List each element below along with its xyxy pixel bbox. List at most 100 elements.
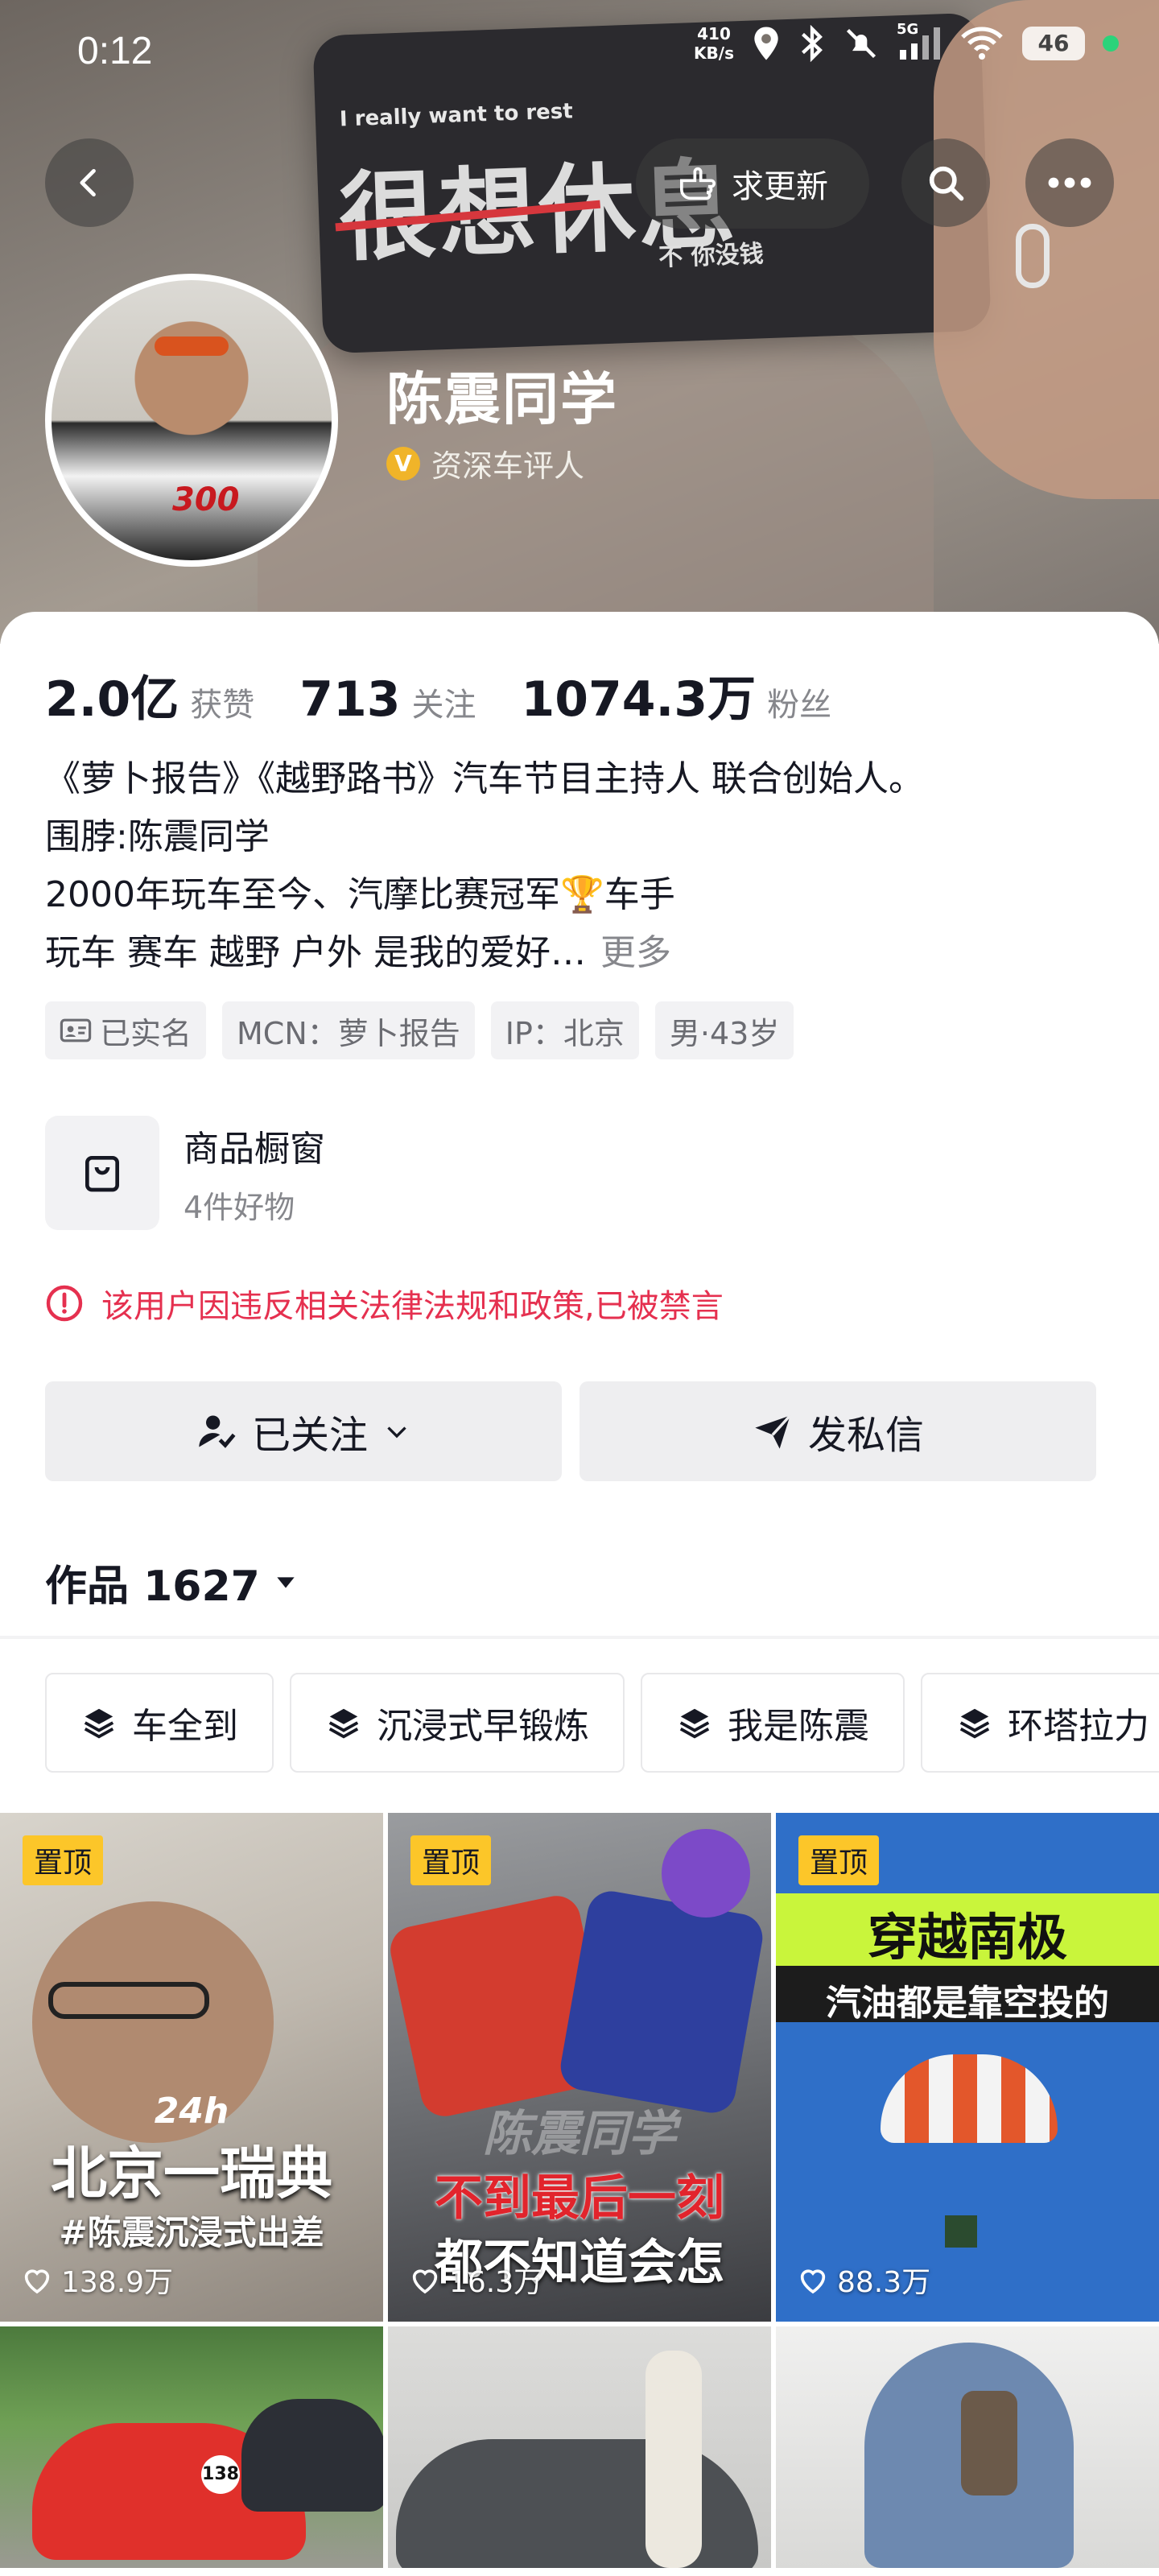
tag-gender-age: 男·43岁 xyxy=(654,1001,794,1059)
more-dots-icon xyxy=(1048,177,1091,188)
following-button[interactable]: 已关注 xyxy=(45,1381,562,1481)
like-count-value: 138.9万 xyxy=(61,2266,174,2299)
cover-sub-text: 不 你没钱 xyxy=(658,240,765,272)
tile-cargo xyxy=(945,2215,977,2248)
like-count: 138.9万 xyxy=(21,2259,173,2301)
search-button[interactable] xyxy=(901,138,990,227)
shop-window-entry[interactable]: 商品橱窗 4件好物 xyxy=(45,1116,325,1230)
stat-followers[interactable]: 1074.3万 粉丝 xyxy=(522,660,832,730)
ban-notice: 该用户因违反相关法律法规和政策,已被禁言 xyxy=(45,1280,724,1327)
stat-likes[interactable]: 2.0亿 获赞 xyxy=(45,660,254,730)
layers-icon xyxy=(959,1708,990,1739)
net-speed-value: 410 xyxy=(697,24,731,43)
mute-icon xyxy=(846,28,876,59)
bio-line: 玩车 赛车 越野 户外 是我的爱好… 更多 xyxy=(45,924,1124,982)
profile-stats: 2.0亿 获赞 713 关注 1074.3万 粉丝 xyxy=(45,660,876,730)
search-icon xyxy=(929,166,964,201)
tag-mcn[interactable]: MCN：萝卜报告 xyxy=(222,1001,475,1059)
battery-indicator: 46 xyxy=(1022,27,1085,60)
user-check-icon xyxy=(199,1415,236,1448)
paper-plane-icon xyxy=(755,1414,791,1449)
like-count-value: 16.3万 xyxy=(449,2266,543,2299)
net-speed-unit: KB/s xyxy=(694,43,734,63)
video-tile[interactable]: 置顶 穿越南极 汽油都是靠空投的 88.3万 xyxy=(776,1813,1159,2322)
verification-label: 资深车评人 xyxy=(431,448,585,484)
tile-helmet xyxy=(662,1829,750,1918)
verified-badge-icon: V xyxy=(386,446,420,481)
stat-followers-value: 1074.3万 xyxy=(521,671,757,728)
collection-chip-label: 沉浸式早锻炼 xyxy=(377,1706,589,1747)
stat-following-label: 关注 xyxy=(411,687,476,724)
collection-chip-label: 车全到 xyxy=(132,1706,238,1747)
profile-tags: 已实名 MCN：萝卜报告 IP：北京 男·43岁 xyxy=(45,1001,794,1059)
profile-bio: 《萝卜报告》《越野路书》汽车节目主持人 联合创始人。 围脖:陈震同学 2000年… xyxy=(45,750,1124,982)
cover-text-sub: 汽油都是靠空投的 xyxy=(826,1983,1109,2024)
video-tile[interactable]: 138 xyxy=(0,2326,383,2568)
shopping-bag-icon xyxy=(45,1116,159,1230)
stat-following[interactable]: 713 关注 xyxy=(299,671,476,728)
heart-icon xyxy=(412,2269,438,2294)
works-tab-label: 作品 1627 xyxy=(45,1563,260,1611)
verification-row[interactable]: V 资深车评人 xyxy=(386,441,584,485)
avatar[interactable]: 300 xyxy=(45,274,338,567)
wifi-icon xyxy=(961,27,1003,60)
cover-text-main: 不到最后一刻 xyxy=(435,2170,724,2227)
cover-text-top: 陈震同学 xyxy=(483,2106,676,2162)
bio-more-link[interactable]: 更多 xyxy=(600,932,671,973)
avatar-suit-number: 300 xyxy=(172,481,240,518)
layers-icon xyxy=(328,1708,359,1739)
pinned-badge: 置顶 xyxy=(798,1835,880,1885)
like-count: 88.3万 xyxy=(797,2259,930,2301)
back-arrow-icon xyxy=(80,168,96,197)
stat-following-value: 713 xyxy=(299,671,401,728)
collection-chip[interactable]: 沉浸式早锻炼 xyxy=(290,1673,625,1773)
tag-real-name: 已实名 xyxy=(45,1001,207,1059)
tag-gender-age-label: 男·43岁 xyxy=(669,1015,780,1051)
video-tile[interactable] xyxy=(776,2326,1159,2568)
chevron-down-icon xyxy=(387,1426,406,1439)
tile-phone-in-hand xyxy=(961,2391,1017,2496)
shop-subtitle: 4件好物 xyxy=(184,1189,295,1225)
send-message-button[interactable]: 发私信 xyxy=(580,1381,1096,1481)
profile-content-card: 2.0亿 获赞 713 关注 1074.3万 粉丝 《萝卜报告》《越野路书》汽车… xyxy=(0,612,1159,2576)
shop-text: 商品橱窗 4件好物 xyxy=(184,1120,325,1227)
profile-name: 陈震同学 xyxy=(386,366,618,432)
heart-icon xyxy=(800,2269,826,2294)
tile-motorcycle-blue xyxy=(556,1887,767,2117)
tile-parachute xyxy=(881,2054,1058,2143)
warning-circle-icon xyxy=(46,1285,83,1322)
heart-icon xyxy=(24,2269,50,2294)
video-tile[interactable]: 置顶 24h 北京一瑞典 #陈震沉浸式出差 138.9万 xyxy=(0,1813,383,2322)
works-tab[interactable]: 作品 1627 xyxy=(45,1552,299,1612)
net-speed: 410 KB/s xyxy=(694,24,734,63)
signal-icon xyxy=(900,27,940,60)
tag-ip-label: IP：北京 xyxy=(505,1015,625,1051)
collection-chip[interactable]: 车全到 xyxy=(45,1673,274,1773)
bio-line: 2000年玩车至今、汽摩比赛冠军🏆车手 xyxy=(45,874,675,915)
request-update-label: 求更新 xyxy=(732,168,828,205)
avatar-sunglasses xyxy=(155,336,229,356)
tag-ip: IP：北京 xyxy=(490,1001,639,1059)
video-tile[interactable] xyxy=(388,2326,771,2568)
ban-notice-text: 该用户因违反相关法律法规和政策,已被禁言 xyxy=(101,1288,724,1325)
stat-followers-label: 粉丝 xyxy=(767,687,832,724)
tile-grey-suv xyxy=(396,2439,758,2568)
triangle-down-icon xyxy=(277,1576,295,1588)
signal-strength: 5G xyxy=(897,21,942,61)
video-tile[interactable]: 置顶 陈震同学 不到最后一刻 都不知道会怎 16.3万 xyxy=(388,1813,771,2322)
bio-line: 《萝卜报告》《越野路书》汽车节目主持人 联合创始人。 xyxy=(45,758,924,799)
bio-line-text: 玩车 赛车 越野 户外 是我的爱好… xyxy=(45,932,586,973)
layers-icon xyxy=(84,1708,114,1739)
more-options-button[interactable] xyxy=(1025,138,1114,227)
bluetooth-icon xyxy=(802,25,823,62)
section-divider xyxy=(0,1636,1159,1639)
collection-chip-label: 环塔拉力 xyxy=(1008,1706,1149,1747)
collection-chip[interactable]: 环塔拉力 xyxy=(921,1673,1159,1773)
privacy-dot xyxy=(1103,35,1119,52)
pinned-badge: 置顶 xyxy=(23,1835,104,1885)
back-button[interactable] xyxy=(45,138,134,227)
following-label: 已关注 xyxy=(251,1413,368,1458)
collection-chip[interactable]: 我是陈震 xyxy=(641,1673,905,1773)
cover-text-sub: #陈震沉浸式出差 xyxy=(59,2213,324,2252)
request-update-button[interactable]: 求更新 xyxy=(636,138,869,229)
